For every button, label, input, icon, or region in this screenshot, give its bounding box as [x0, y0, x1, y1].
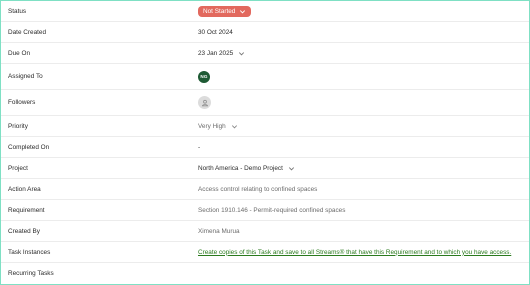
action-area-label: Action Area	[8, 185, 41, 193]
assigned-to-row: Assigned To NG	[1, 64, 529, 90]
chevron-down-icon	[288, 166, 294, 170]
create-task-copies-link[interactable]: Create copies of this Task and save to a…	[198, 249, 511, 256]
chevron-down-icon	[240, 9, 246, 13]
followers-row: Followers	[1, 90, 529, 116]
project-value: North America - Demo Project	[198, 164, 283, 172]
date-created-label: Date Created	[8, 28, 47, 36]
project-row: Project North America - Demo Project	[1, 158, 529, 179]
project-dropdown[interactable]: North America - Demo Project	[198, 164, 529, 173]
task-instances-row: Task Instances Create copies of this Tas…	[1, 242, 529, 263]
assigned-to-label: Assigned To	[8, 73, 43, 80]
priority-dropdown[interactable]: Very High	[198, 122, 529, 131]
chevron-down-icon	[239, 51, 245, 55]
due-on-dropdown[interactable]: 23 Jan 2025	[198, 49, 529, 58]
requirement-label: Requirement	[8, 206, 45, 214]
user-placeholder-icon	[201, 99, 208, 106]
requirement-row: Requirement Section 1910.146 - Permit-re…	[1, 200, 529, 221]
add-follower-button[interactable]	[198, 96, 211, 109]
followers-label: Followers	[8, 99, 36, 106]
requirement-value: Section 1910.146 - Permit-required confi…	[198, 206, 346, 214]
action-area-row: Action Area Access control relating to c…	[1, 179, 529, 200]
recurring-tasks-row: Recurring Tasks	[1, 263, 529, 284]
due-on-row: Due On 23 Jan 2025	[1, 43, 529, 64]
recurring-tasks-label: Recurring Tasks	[8, 270, 54, 277]
date-created-value: 30 Oct 2024	[198, 28, 233, 36]
assignee-avatar[interactable]: NG	[198, 70, 210, 83]
completed-on-row: Completed On -	[1, 137, 529, 158]
task-instances-value-cell: Create copies of this Task and save to a…	[198, 249, 529, 256]
created-by-row: Created By Ximena Murua	[1, 221, 529, 242]
task-details-panel: Status Not Started Date Created 30 Oct 2…	[0, 0, 530, 285]
completed-on-label: Completed On	[8, 143, 50, 151]
status-value-cell: Not Started	[198, 5, 529, 17]
status-dropdown[interactable]: Not Started	[198, 5, 252, 17]
project-label: Project	[8, 164, 28, 172]
priority-label: Priority	[8, 122, 28, 130]
priority-value: Very High	[198, 122, 226, 130]
assigned-to-value-cell: NG	[198, 70, 529, 83]
due-on-label: Due On	[8, 49, 31, 57]
status-row: Status Not Started	[1, 1, 529, 22]
action-area-value: Access control relating to confined spac…	[198, 185, 318, 193]
status-label: Status	[8, 7, 27, 15]
completed-on-value: -	[198, 143, 201, 151]
created-by-label: Created By	[8, 227, 40, 235]
chevron-down-icon	[231, 124, 237, 128]
followers-value-cell	[198, 96, 529, 109]
due-on-value: 23 Jan 2025	[198, 49, 234, 57]
created-by-value: Ximena Murua	[198, 227, 240, 235]
priority-row: Priority Very High	[1, 116, 529, 137]
date-created-row: Date Created 30 Oct 2024	[1, 22, 529, 43]
status-badge-text: Not Started	[203, 7, 236, 15]
task-instances-label: Task Instances	[8, 248, 51, 256]
